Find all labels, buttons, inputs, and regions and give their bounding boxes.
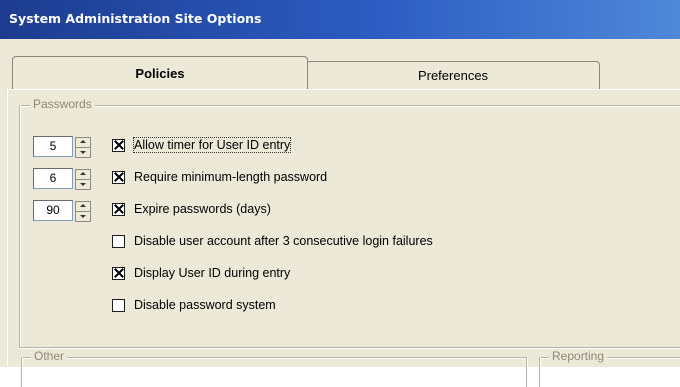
allow-timer-checkbox[interactable]: Allow timer for User ID entry	[112, 136, 292, 154]
title-bar: System Administration Site Options	[0, 0, 680, 39]
checkbox-checked-icon[interactable]	[112, 138, 125, 152]
passwords-group-label: Passwords	[30, 97, 95, 111]
disable-password-system-label: Disable password system	[134, 298, 276, 312]
expire-days-value-field[interactable]: 90	[33, 200, 73, 221]
disable-password-system-checkbox[interactable]: Disable password system	[112, 296, 276, 314]
expire-days-spinner-buttons[interactable]	[75, 201, 91, 222]
timer-value-field[interactable]: 5	[33, 136, 73, 157]
reporting-group-label: Reporting	[549, 349, 608, 363]
require-min-length-label: Require minimum-length password	[134, 170, 328, 184]
checkbox-checked-icon[interactable]	[112, 266, 125, 280]
spin-down-icon[interactable]	[75, 147, 91, 158]
min-length-spinner[interactable]: 6	[33, 168, 91, 190]
reporting-group-left-border	[539, 357, 540, 387]
other-group-left-border	[21, 357, 22, 387]
expire-passwords-checkbox[interactable]: Expire passwords (days)	[112, 200, 271, 218]
window-title: System Administration Site Options	[9, 11, 262, 26]
policies-panel: Passwords 5 Allow timer for User ID entr…	[7, 89, 680, 387]
display-user-id-checkbox[interactable]: Display User ID during entry	[112, 264, 290, 282]
disable-account-checkbox[interactable]: Disable user account after 3 consecutive…	[112, 232, 433, 250]
min-length-value-field[interactable]: 6	[33, 168, 73, 189]
require-min-length-checkbox[interactable]: Require minimum-length password	[112, 168, 327, 186]
expire-passwords-label: Expire passwords (days)	[134, 202, 271, 216]
tab-policies-label: Policies	[135, 65, 185, 81]
display-user-id-label: Display User ID during entry	[134, 266, 291, 280]
tab-policies[interactable]: Policies	[12, 56, 308, 89]
disable-account-label: Disable user account after 3 consecutive…	[134, 234, 433, 248]
spin-down-icon[interactable]	[75, 211, 91, 222]
tab-preferences-label: Preferences	[417, 68, 489, 83]
passwords-group-border	[19, 105, 680, 106]
other-group-border	[21, 357, 526, 358]
timer-spinner-buttons[interactable]	[75, 137, 91, 158]
tab-preferences[interactable]: Preferences	[306, 61, 600, 89]
other-group-right-border	[526, 357, 527, 387]
timer-spinner[interactable]: 5	[33, 136, 91, 158]
spin-down-icon[interactable]	[75, 179, 91, 190]
checkbox-unchecked-icon[interactable]	[112, 298, 125, 312]
other-group-label: Other	[31, 349, 68, 363]
passwords-group-bottom-border	[19, 347, 680, 348]
checkbox-checked-icon[interactable]	[112, 202, 125, 216]
tab-strip: Policies Preferences	[0, 56, 680, 90]
min-length-spinner-buttons[interactable]	[75, 169, 91, 190]
allow-timer-label: Allow timer for User ID entry	[132, 137, 292, 153]
passwords-group-left-border	[19, 105, 20, 347]
expire-days-spinner[interactable]: 90	[33, 200, 91, 222]
checkbox-unchecked-icon[interactable]	[112, 234, 125, 248]
dialog-body: Policies Preferences Passwords 5 Allow t…	[0, 39, 680, 387]
checkbox-checked-icon[interactable]	[112, 170, 125, 184]
